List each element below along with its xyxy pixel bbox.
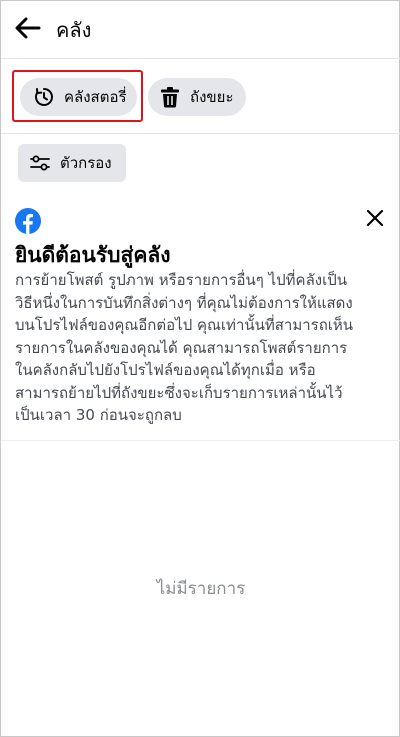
page-title: คลัง <box>56 18 92 42</box>
arrow-left-icon <box>15 17 41 43</box>
trash-label: ถังขยะ <box>190 88 234 106</box>
description-line: วิธีหนึ่งในการบันทึกสิ่งต่างๆ ที่คุณไม่ต… <box>15 293 353 312</box>
empty-state-text: ไม่มีรายการ <box>156 579 246 599</box>
trash-icon <box>158 85 182 109</box>
archive-stories-button[interactable]: คลังสตอรี่ <box>20 78 137 116</box>
description-line: รายการในคลังของคุณได้ คุณสามารถโพสต์รายก… <box>15 338 348 357</box>
archive-stories-label: คลังสตอรี่ <box>64 88 127 106</box>
description-line: บนโปรไฟล์ของคุณอีกต่อไป คุณเท่านั้นที่สา… <box>15 316 354 334</box>
filter-label: ตัวกรอง <box>60 154 112 172</box>
trash-button[interactable]: ถังขยะ <box>148 78 246 116</box>
filter-button[interactable]: ตัวกรอง <box>18 144 126 182</box>
screen: คลัง คลังสตอรี่ ถังขยะ ตัวกรอง ยินดีต้อน… <box>0 0 400 737</box>
description-line: ในคลังกลับไปยังโปรไฟล์ของคุณได้ทุกเมื่อ … <box>15 361 316 379</box>
top-bar: คลัง <box>1 1 400 59</box>
facebook-logo <box>15 208 41 234</box>
clock-archive-icon <box>32 85 56 109</box>
description-line: สามารถย้ายไปที่ถังขยะซึ่งจะเก็บรายการเหล… <box>15 383 343 402</box>
back-button[interactable] <box>13 16 43 44</box>
welcome-title: ยินดีต้อนรับสู่คลัง <box>15 243 171 267</box>
description-line: การย้ายโพสต์ รูปภาพ หรือรายการอื่นๆ ไปที… <box>15 271 347 289</box>
filter-sliders-icon <box>28 151 52 175</box>
welcome-card: ยินดีต้อนรับสู่คลัง การย้ายโพสต์ รูปภาพ … <box>1 197 400 441</box>
description-line: เป็นเวลา 30 ก่อนจะถูกลบ <box>15 406 182 424</box>
close-button[interactable] <box>361 206 389 234</box>
welcome-description: การย้ายโพสต์ รูปภาพ หรือรายการอื่นๆ ไปที… <box>15 269 393 427</box>
close-icon <box>366 209 384 231</box>
